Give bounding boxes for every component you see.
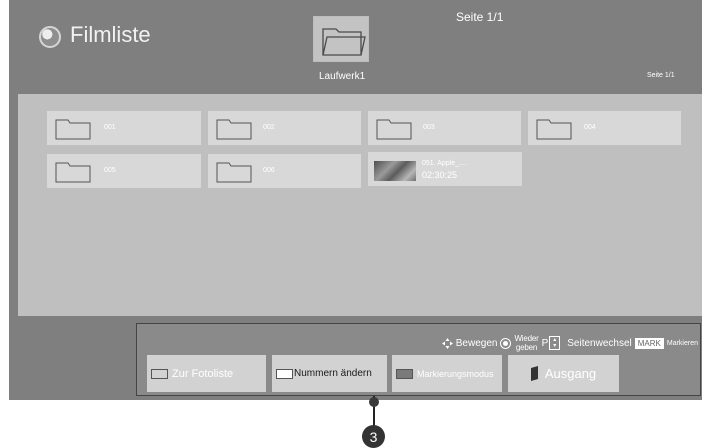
- folder-icon: [322, 28, 366, 56]
- exit-label: Ausgang: [544, 366, 597, 381]
- folder-tile[interactable]: 005: [47, 154, 201, 188]
- folder-label: 001: [104, 124, 116, 131]
- video-title: 051. Apple_....: [422, 160, 467, 167]
- folder-icon: [216, 162, 252, 183]
- photo-list-button[interactable]: Zur Fotoliste: [147, 355, 266, 392]
- mark-mode-button[interactable]: Markierungsmodus: [392, 355, 502, 392]
- green-key-icon: [276, 368, 293, 379]
- footer-panel: Bewegen Wieder geben P ▴ ▾ Seitenwechsel …: [136, 323, 701, 396]
- page-key-icon: P ▴ ▾: [542, 336, 561, 350]
- change-numbers-label: Nummern ändern: [294, 368, 372, 379]
- page-title: Filmliste: [70, 22, 151, 47]
- up-down-icon: ▴ ▾: [549, 336, 561, 350]
- callout-number-badge: 3: [362, 425, 385, 448]
- mark-mode-label: Markierungsmodus: [417, 368, 494, 379]
- video-thumbnail: [374, 161, 416, 181]
- move-arrows-icon: [441, 337, 453, 349]
- folder-tile[interactable]: 002: [208, 111, 361, 145]
- play-hint-line2: geben: [515, 343, 538, 352]
- red-key-icon: [151, 368, 168, 379]
- file-grid: 001 002 003 004 005 006 051. Apple_.... …: [18, 94, 702, 316]
- folder-icon: [536, 119, 572, 140]
- exit-button[interactable]: Ausgang: [508, 355, 619, 392]
- film-reel-icon: [39, 26, 61, 48]
- ok-button-icon: [500, 337, 512, 349]
- play-hint: Wieder geben: [514, 334, 538, 352]
- callout-dot: [369, 397, 379, 407]
- mark-hint: Markieren: [666, 339, 698, 347]
- play-hint-line1: Wieder: [514, 334, 539, 343]
- drive-label: Laufwerk1: [319, 71, 366, 82]
- folder-label: 003: [423, 124, 435, 131]
- page-change-hint: Seitenwechsel: [567, 337, 632, 349]
- folder-label: 006: [263, 167, 275, 174]
- page-indicator: Seite 1/1: [456, 10, 504, 24]
- folder-icon: [376, 119, 412, 140]
- mark-key-badge: MARK: [634, 337, 664, 349]
- page-key-label: P: [541, 337, 549, 349]
- folder-label: 004: [584, 124, 596, 131]
- folder-tile[interactable]: 003: [368, 111, 521, 145]
- exit-icon: [530, 366, 538, 381]
- folder-label: 005: [104, 167, 116, 174]
- folder-tile[interactable]: 004: [528, 111, 681, 145]
- folder-tile[interactable]: 006: [208, 154, 361, 188]
- tv-screen: Filmliste Laufwerk1 Seite 1/1 Seite 1/1 …: [9, 0, 702, 400]
- photo-list-label: Zur Fotoliste: [172, 367, 234, 380]
- folder-label: 002: [263, 124, 275, 131]
- header: Filmliste Laufwerk1 Seite 1/1 Seite 1/1: [9, 0, 702, 91]
- folder-icon: [55, 162, 91, 183]
- yellow-key-icon: [396, 368, 413, 379]
- page-indicator-small: Seite 1/1: [647, 72, 675, 79]
- drive-folder-button[interactable]: [313, 16, 369, 62]
- change-numbers-button[interactable]: Nummern ändern: [272, 355, 387, 392]
- move-hint: Bewegen: [455, 337, 498, 349]
- key-hints: Bewegen Wieder geben P ▴ ▾ Seitenwechsel …: [441, 332, 698, 354]
- folder-tile[interactable]: 001: [47, 111, 201, 145]
- video-duration: 02:30:25: [422, 170, 458, 180]
- video-tile[interactable]: 051. Apple_.... 02:30:25: [368, 152, 522, 186]
- folder-icon: [55, 119, 91, 140]
- folder-icon: [216, 119, 252, 140]
